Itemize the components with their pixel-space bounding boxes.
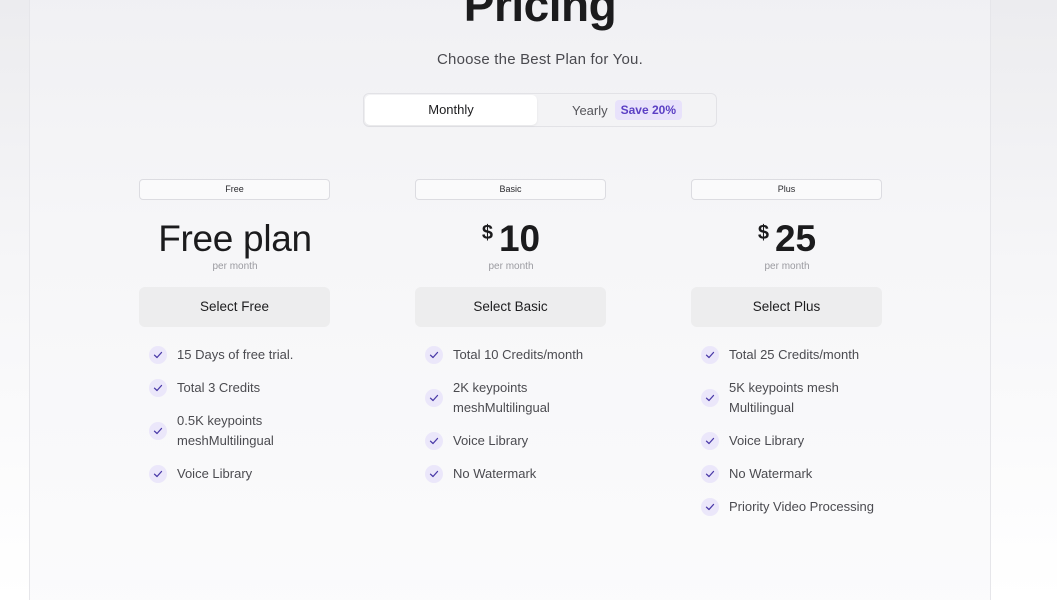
feature-list: 15 Days of free trial. Total 3 Credits 0…	[139, 345, 331, 484]
feature-item: Total 25 Credits/month	[701, 345, 883, 365]
check-icon	[149, 422, 167, 440]
feature-text: Total 10 Credits/month	[453, 347, 584, 362]
feature-text: No Watermark	[729, 466, 813, 481]
feature-text: No Watermark	[453, 466, 537, 481]
feature-text: Voice Library	[453, 433, 529, 448]
price-row: $ 10	[415, 219, 607, 259]
billing-option-yearly[interactable]: Yearly Save 20%	[538, 95, 716, 125]
feature-text: Priority Video Processing	[729, 499, 874, 514]
check-icon	[149, 465, 167, 483]
feature-text: 0.5K keypoints meshMultilingual	[177, 413, 274, 448]
check-icon	[701, 432, 719, 450]
plan-tag: Plus	[691, 179, 882, 200]
feature-text: 15 Days of free trial.	[177, 347, 294, 362]
feature-item: 0.5K keypoints meshMultilingual	[149, 411, 331, 451]
feature-item: Voice Library	[149, 464, 331, 484]
feature-item: 5K keypoints mesh Multilingual	[701, 378, 883, 418]
feature-list: Total 10 Credits/month 2K keypoints mesh…	[415, 345, 607, 484]
pricing-panel: Pricing Choose the Best Plan for You. Mo…	[29, 0, 991, 600]
check-icon	[425, 432, 443, 450]
plan-card-basic: Basic $ 10 per month Select Basic Total …	[415, 179, 607, 497]
select-free-button[interactable]: Select Free	[139, 287, 330, 327]
price-row: Free plan	[139, 219, 331, 259]
yearly-label: Yearly	[571, 102, 608, 118]
page-subtitle: Choose the Best Plan for You.	[437, 51, 643, 68]
plan-price: Free plan	[158, 218, 312, 259]
feature-item: No Watermark	[701, 464, 883, 484]
pricing-page: Pricing Choose the Best Plan for You. Mo…	[0, 0, 1057, 600]
plan-card-free: Free Free plan per month Select Free 15 …	[139, 179, 331, 497]
check-icon	[701, 465, 719, 483]
plan-price: 10	[498, 218, 541, 259]
feature-item: Voice Library	[425, 431, 607, 451]
feature-text: 5K keypoints mesh Multilingual	[729, 380, 839, 415]
feature-text: 2K keypoints meshMultilingual	[453, 380, 550, 415]
feature-item: Priority Video Processing	[701, 497, 883, 517]
billing-toggle: Monthly Yearly Save 20%	[363, 93, 717, 127]
check-icon	[149, 379, 167, 397]
feature-text: Total 25 Credits/month	[729, 347, 860, 362]
page-title: Pricing	[463, 0, 617, 31]
feature-item: 15 Days of free trial.	[149, 345, 331, 365]
billing-period: per month	[212, 261, 258, 272]
price-currency: $	[481, 222, 493, 244]
price-row: $ 25	[691, 219, 883, 259]
feature-item: Total 10 Credits/month	[425, 345, 607, 365]
save-badge: Save 20%	[614, 100, 683, 120]
feature-text: Voice Library	[177, 466, 253, 481]
feature-text: Voice Library	[729, 433, 805, 448]
plan-tag: Free	[139, 179, 330, 200]
select-basic-button[interactable]: Select Basic	[415, 287, 606, 327]
feature-item: Total 3 Credits	[149, 378, 331, 398]
feature-item: No Watermark	[425, 464, 607, 484]
feature-text: Total 3 Credits	[177, 380, 261, 395]
billing-option-monthly[interactable]: Monthly	[365, 95, 537, 125]
price-currency: $	[757, 222, 769, 244]
feature-list: Total 25 Credits/month 5K keypoints mesh…	[691, 345, 883, 517]
plan-card-plus: Plus $ 25 per month Select Plus Total 25…	[691, 179, 883, 530]
check-icon	[701, 389, 719, 407]
check-icon	[149, 346, 167, 364]
check-icon	[701, 498, 719, 516]
select-plus-button[interactable]: Select Plus	[691, 287, 882, 327]
feature-item: Voice Library	[701, 431, 883, 451]
plan-tag: Basic	[415, 179, 606, 200]
feature-item: 2K keypoints meshMultilingual	[425, 378, 607, 418]
check-icon	[425, 465, 443, 483]
plan-price: 25	[774, 218, 817, 259]
check-icon	[425, 389, 443, 407]
check-icon	[701, 346, 719, 364]
billing-period: per month	[488, 261, 534, 272]
billing-period: per month	[764, 261, 810, 272]
check-icon	[425, 346, 443, 364]
